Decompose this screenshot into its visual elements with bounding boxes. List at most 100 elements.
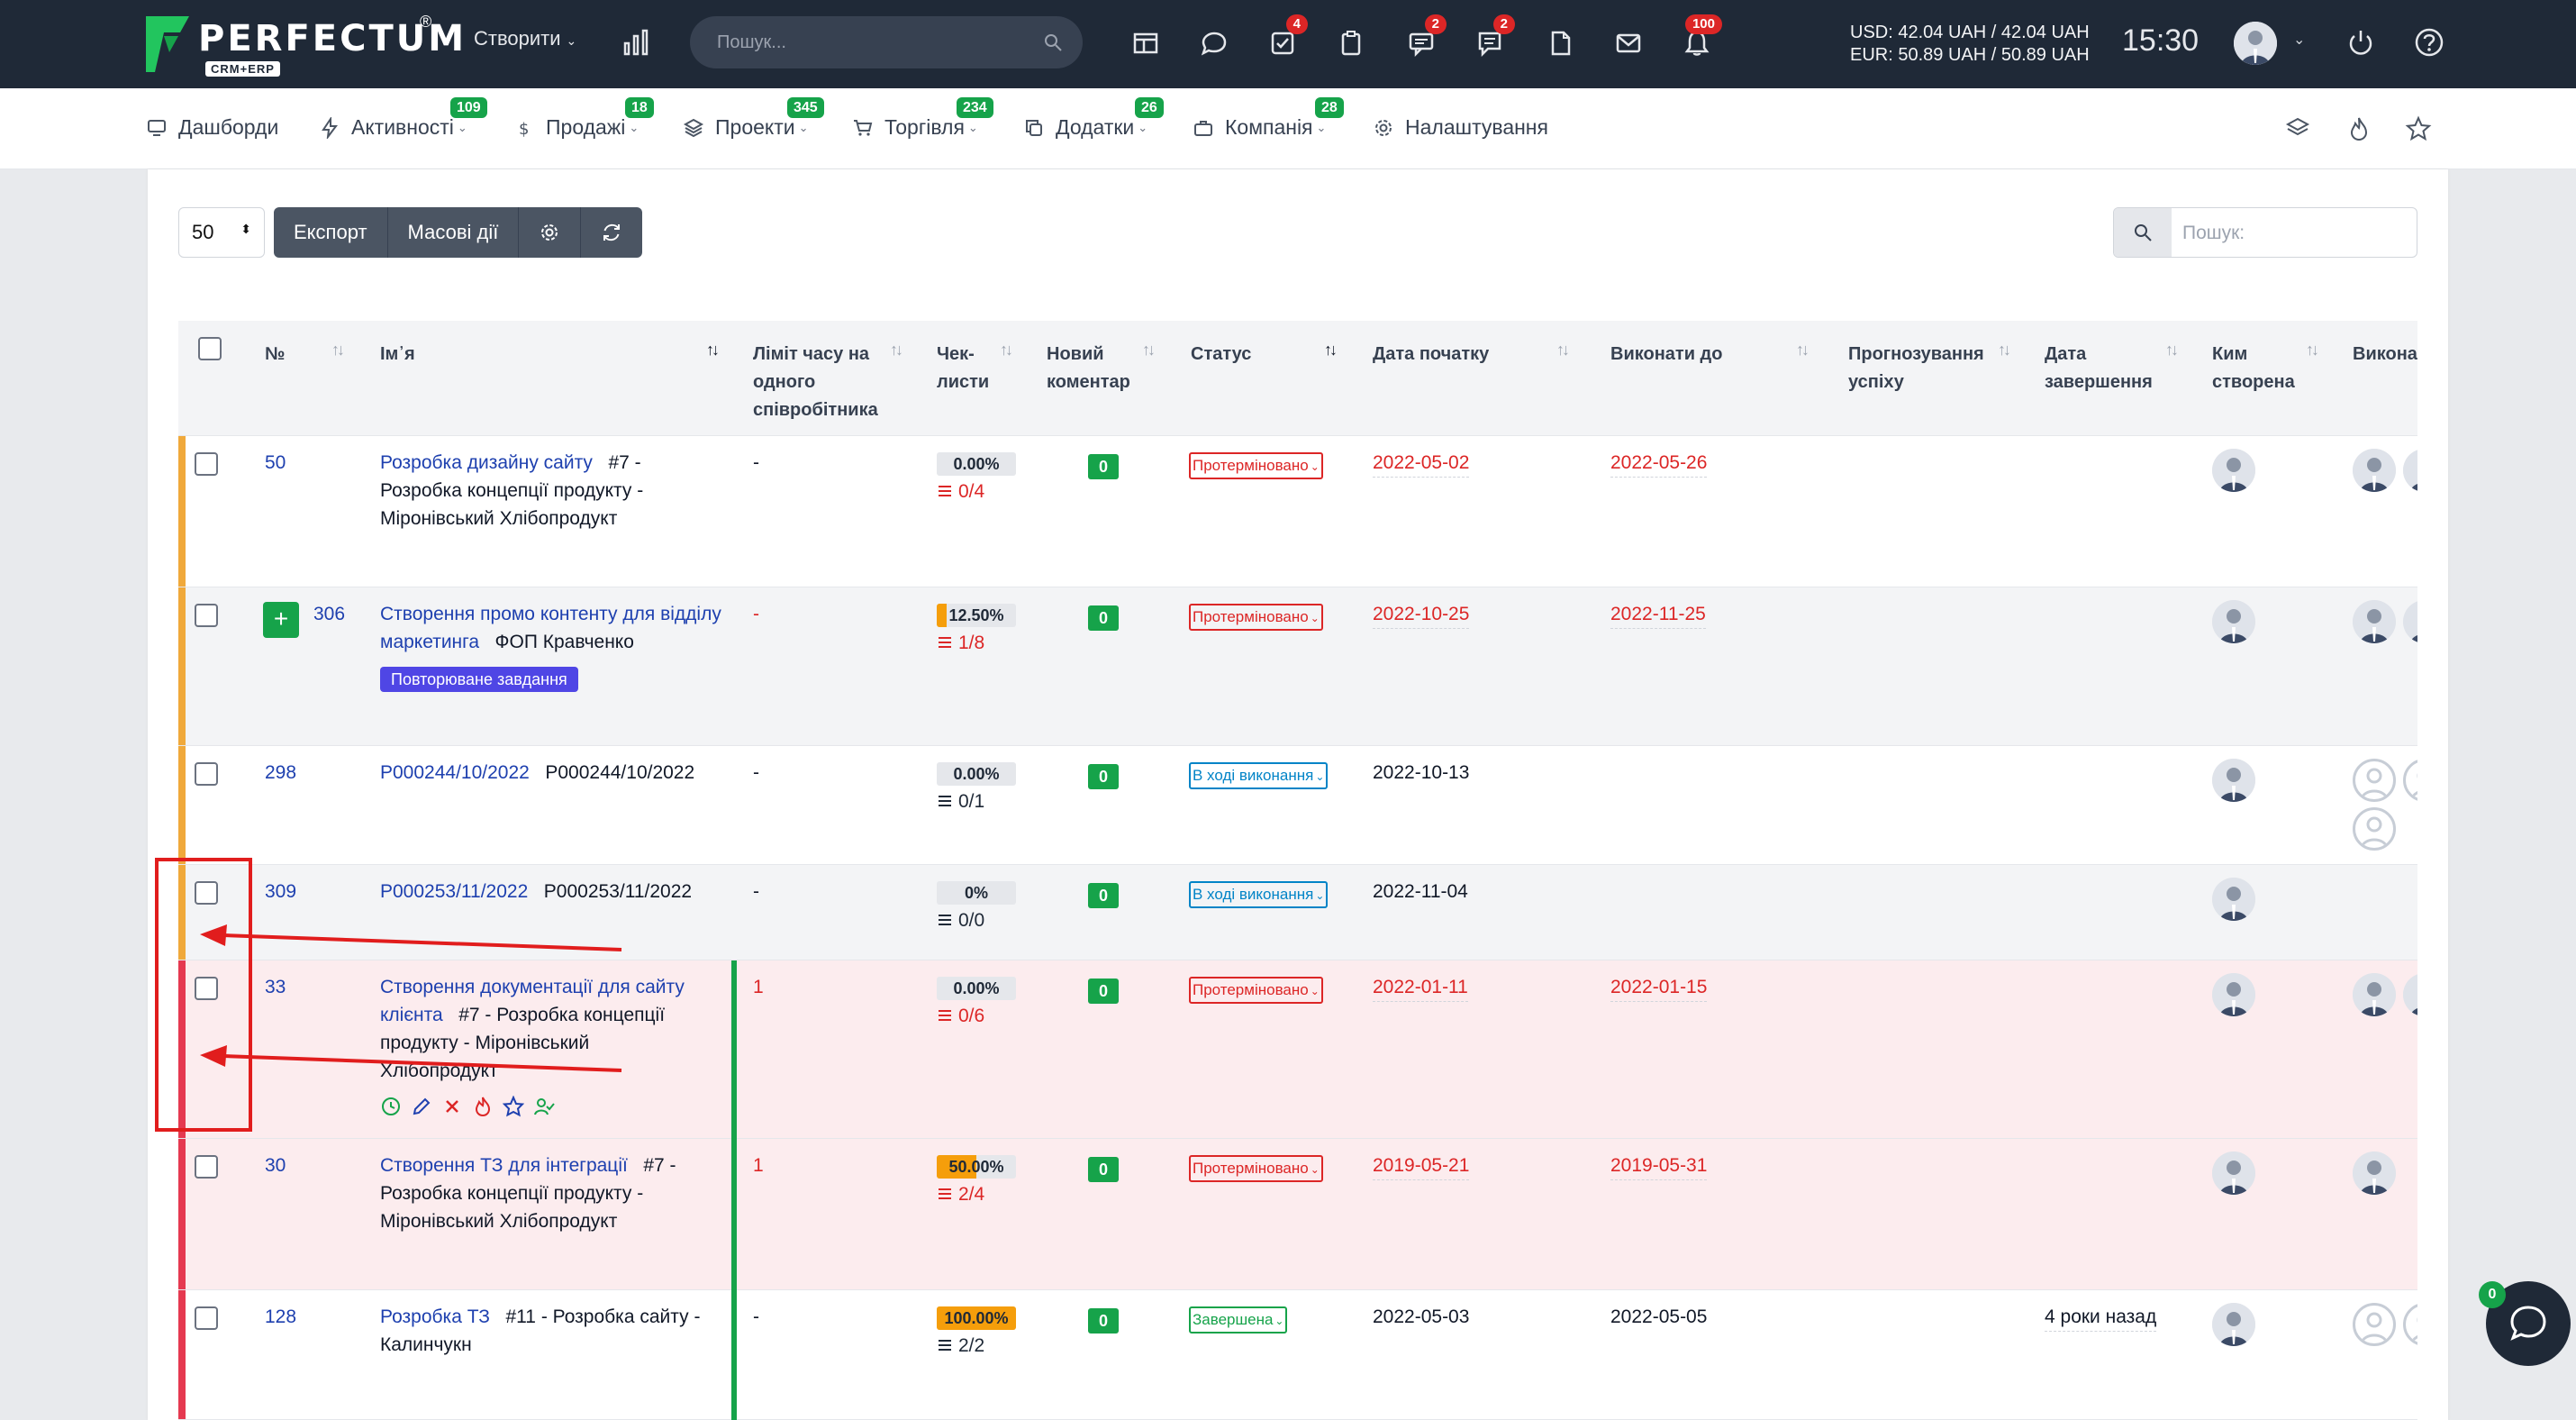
status-dropdown[interactable]: Завершена ⌄ [1189,1306,1288,1334]
sort-icon[interactable]: ↑↓ [1998,341,2011,360]
row-number[interactable]: 30 [265,1151,286,1179]
status-dropdown[interactable]: Протерміновано ⌄ [1189,604,1323,631]
row-checkbox[interactable] [195,1155,218,1179]
edit-icon[interactable] [411,1096,432,1117]
nav-projects[interactable]: Проекти ⌄ 345 [683,97,824,140]
creator-avatar[interactable] [2212,878,2255,921]
status-dropdown[interactable]: В ході виконання ⌄ [1189,881,1329,908]
bell-icon[interactable]: 100 [1679,14,1722,61]
bulk-actions-button[interactable]: Масові дії [388,207,520,258]
create-menu-button[interactable]: Створити ⌄ [474,27,576,50]
fire-icon[interactable] [2345,115,2372,142]
row-checkbox[interactable] [195,881,218,905]
table-search-input[interactable] [2182,221,2399,246]
calendar-table-icon[interactable] [1128,25,1164,61]
messages-icon[interactable]: 2 [1472,14,1515,61]
status-dropdown[interactable]: Протерміновано ⌄ [1189,452,1323,479]
creator-avatar[interactable] [2212,973,2255,1016]
assignee-avatar[interactable] [2403,449,2417,492]
delete-icon[interactable] [441,1096,463,1117]
comments-badge[interactable]: 0 [1088,883,1119,908]
assignee-avatar[interactable] [2353,600,2396,643]
comments-badge[interactable]: 0 [1088,454,1119,479]
comments-badge[interactable]: 0 [1088,605,1119,631]
creator-avatar[interactable] [2212,449,2255,492]
checklist-count[interactable]: 1/8 [937,633,984,654]
creator-avatar[interactable] [2212,759,2255,802]
task-link[interactable]: Розробка ТЗ [380,1306,490,1327]
clock-icon[interactable] [380,1096,402,1117]
user-avatar[interactable] [2234,22,2277,65]
select-all-checkbox[interactable] [198,337,222,360]
row-number[interactable]: 298 [265,759,296,787]
sort-icon[interactable]: ↑↓ [1796,341,1810,360]
sort-asc-icon[interactable]: ↑↓ [706,341,720,360]
nav-trade[interactable]: Торгівля ⌄ 234 [852,97,993,140]
assign-user-icon[interactable] [533,1096,555,1117]
comments-badge[interactable]: 0 [1088,1308,1119,1334]
col-start-date[interactable]: Дата початку [1373,341,1489,369]
row-number[interactable]: 33 [265,973,286,1001]
nav-company[interactable]: Компанія ⌄ 28 [1193,97,1344,140]
col-time-limit[interactable]: Ліміт часу на одного співробітника [753,341,888,424]
table-search-button[interactable] [2114,208,2172,257]
sort-icon[interactable]: ↑↓ [331,341,345,360]
assignee-avatar[interactable] [2403,973,2417,1016]
col-num[interactable]: № [265,341,285,369]
nav-sales[interactable]: $ Продажі ⌄ 18 [513,97,654,140]
checklist-count[interactable]: 2/4 [937,1184,984,1206]
task-link[interactable]: Розробка дизайну сайту [380,452,593,473]
creator-avatar[interactable] [2212,600,2255,643]
sort-icon[interactable]: ↑↓ [2165,341,2179,360]
comments-badge[interactable]: 0 [1088,1157,1119,1182]
row-number[interactable]: 50 [265,449,286,477]
nav-addons[interactable]: Додатки ⌄ 26 [1023,97,1164,140]
star-icon[interactable] [503,1096,524,1117]
creator-avatar[interactable] [2212,1151,2255,1195]
search-icon[interactable] [1043,32,1063,52]
chat-bubble-icon[interactable] [1196,25,1232,61]
global-search-input[interactable] [717,30,1023,55]
checklist-count[interactable]: 2/2 [937,1335,984,1357]
layers-toggle-icon[interactable] [2284,115,2311,142]
mail-icon[interactable] [1610,25,1646,61]
task-link[interactable]: P000253/11/2022 [380,881,528,902]
status-dropdown[interactable]: Протерміновано ⌄ [1189,1155,1323,1182]
sort-icon[interactable]: ↑↓ [890,341,903,360]
sort-desc-icon[interactable]: ↑↓ [1324,341,1338,360]
row-checkbox[interactable] [195,977,218,1000]
task-link[interactable]: P000244/10/2022 [380,762,530,783]
assignee-placeholder-avatar[interactable] [2353,1303,2396,1346]
task-link[interactable]: Створення ТЗ для інтеграції [380,1155,628,1176]
sort-icon[interactable]: ↑↓ [2306,341,2319,360]
comments-badge[interactable]: 0 [1088,979,1119,1004]
star-icon[interactable] [2405,115,2432,142]
col-checklists[interactable]: Чек-листи [937,341,991,396]
status-dropdown[interactable]: В ході виконання ⌄ [1189,762,1329,789]
assignee-avatar[interactable] [2353,1151,2396,1195]
fire-icon[interactable] [472,1096,494,1117]
nav-settings[interactable]: Налаштування [1373,115,1548,140]
bar-chart-icon[interactable] [621,27,652,58]
comments-icon[interactable]: 2 [1403,14,1447,61]
help-icon[interactable] [2414,27,2444,58]
assignee-avatar[interactable] [2353,449,2396,492]
sort-icon[interactable]: ↑↓ [1142,341,1156,360]
col-status[interactable]: Статус [1191,341,1251,369]
clipboard-icon[interactable] [1333,25,1369,61]
col-forecast[interactable]: Прогнозування успіху [1848,341,2010,396]
logo[interactable]: PERFECTUM ® CRM+ERP [144,13,464,77]
creator-avatar[interactable] [2212,1303,2255,1346]
nav-activities[interactable]: Активності ⌄ 109 [319,97,487,140]
checklist-count[interactable]: 0/0 [937,910,984,932]
nav-dashboards[interactable]: Дашборди [146,115,278,140]
refresh-button[interactable] [581,207,642,258]
col-new-comment[interactable]: Новий коментар [1047,341,1146,396]
checklist-count[interactable]: 0/6 [937,1006,984,1027]
row-checkbox[interactable] [195,762,218,786]
row-checkbox[interactable] [195,452,218,476]
checklist-count[interactable]: 0/1 [937,791,984,813]
col-created-by[interactable]: Ким створена [2212,341,2295,396]
col-assignees[interactable]: Викона [2353,341,2417,369]
assignee-avatar[interactable] [2403,600,2417,643]
